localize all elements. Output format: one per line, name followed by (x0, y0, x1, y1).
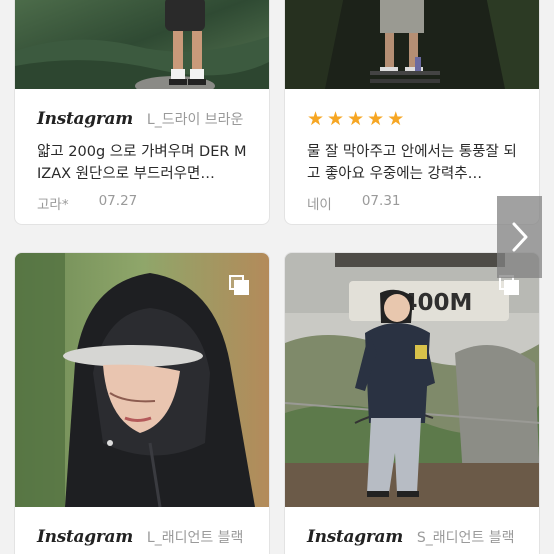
review-text: 얇고 200g 으로 가벼우며 DER MIZAX 원단으로 부드러우면… (37, 144, 247, 182)
star-rating: ★ ★ ★ ★ ★ (307, 107, 517, 131)
instagram-logo: Instagram (37, 527, 133, 547)
chevron-right-icon (512, 222, 527, 252)
review-date: 07.31 (361, 193, 401, 209)
review-photo[interactable] (15, 0, 269, 89)
instagram-logo: Instagram (37, 109, 133, 129)
review-card[interactable]: Instagram L_래디언트 블랙 (14, 252, 270, 554)
instagram-logo: Instagram (307, 527, 403, 547)
star-icon: ★ (387, 107, 405, 130)
review-photo[interactable]: 2400M (285, 253, 539, 507)
review-photo[interactable] (15, 253, 269, 507)
forest-trail-photo (285, 0, 539, 89)
multi-photo-icon (229, 275, 251, 297)
review-card[interactable]: Instagram L_드라이 브라운 얇고 200g 으로 가벼우며 DER … (14, 0, 270, 225)
review-card[interactable]: ★ ★ ★ ★ ★ 물 잘 막아주고 안에서는 통풍잘 되고 좋아요 우중에는 … (284, 0, 540, 225)
review-photo[interactable] (285, 0, 539, 89)
star-icon: ★ (367, 107, 385, 130)
next-button[interactable] (497, 196, 542, 278)
product-variant: L_래디언트 블랙 (146, 530, 244, 546)
product-variant: L_드라이 브라운 (146, 112, 244, 128)
star-icon: ★ (307, 107, 325, 130)
star-icon: ★ (347, 107, 365, 130)
review-date: 07.27 (98, 193, 138, 209)
review-author: 네이 (307, 197, 332, 213)
product-variant: S_래디언트 블랙 (416, 530, 515, 546)
review-card[interactable]: 2400M Instagram S_래디언트 블랙 (284, 252, 540, 554)
multi-photo-icon (499, 275, 521, 297)
review-author: 고라* (37, 197, 69, 213)
star-icon: ★ (327, 107, 345, 130)
review-text: 물 잘 막아주고 안에서는 통풍잘 되고 좋아요 우중에는 강력추… (307, 144, 517, 182)
mountain-photo (15, 0, 269, 89)
